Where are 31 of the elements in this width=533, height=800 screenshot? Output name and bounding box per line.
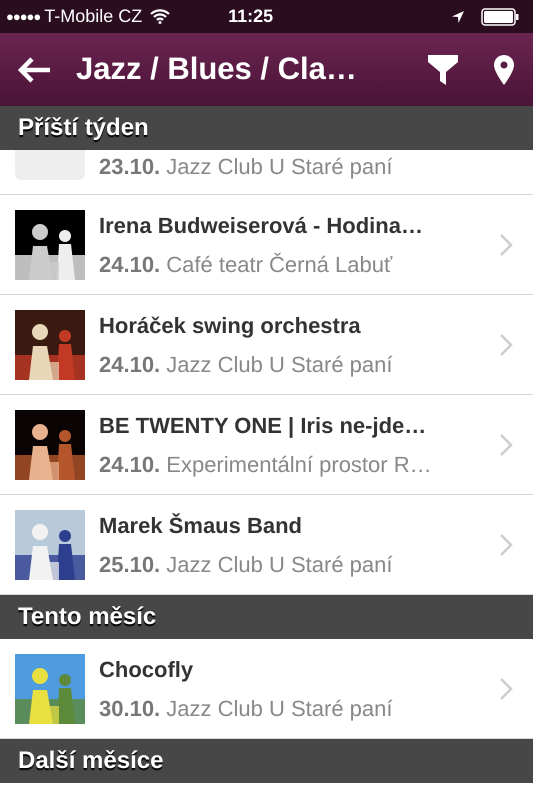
chevron-icon [499, 232, 513, 256]
clock-time: 11:25 [228, 5, 274, 28]
chevron-icon [499, 676, 513, 700]
chevron-icon [499, 532, 513, 556]
signal-dots: ●●●●● [6, 8, 40, 26]
chevron-icon [499, 432, 513, 456]
event-title: Marek Šmaus Band [99, 512, 303, 540]
map-pin-button[interactable] [493, 54, 515, 86]
event-details: 23.10. Jazz Club U Staré paní [99, 153, 394, 181]
filter-button[interactable] [427, 54, 459, 86]
section-header: Další měsíce [0, 739, 533, 783]
chevron-icon [499, 332, 513, 356]
location-arrow-icon [450, 10, 465, 24]
event-details: 24.10. Café teatr Černá Labuť [99, 250, 394, 278]
event-details: 25.10. Jazz Club U Staré paní [99, 550, 394, 579]
screen-title: Jazz / Blues / Cla… [76, 50, 357, 88]
event-details: 30.10. Jazz Club U Staré paní [99, 694, 394, 723]
section-header: Tento měsíc [0, 595, 533, 639]
event-row[interactable]: 23.10. Jazz Club U Staré paní [0, 150, 533, 195]
event-details: 24.10. Jazz Club U Staré paní [99, 350, 394, 379]
thumbnail-placeholder [15, 150, 85, 180]
wifi-icon [150, 9, 170, 24]
event-details: 24.10. Experimentální prostor R… [99, 450, 433, 479]
event-title: Chocofly [99, 656, 194, 684]
carrier-name: T-Mobile CZ [44, 5, 142, 28]
battery-icon [480, 8, 519, 26]
event-title: BE TWENTY ONE | Iris ne-jde… [99, 412, 428, 440]
back-button[interactable] [18, 56, 52, 82]
event-title: Irena Budweiserová - Hodina… [99, 212, 424, 240]
event-title: Horáček swing orchestra [99, 312, 362, 340]
section-header: Příští týden [0, 106, 533, 150]
